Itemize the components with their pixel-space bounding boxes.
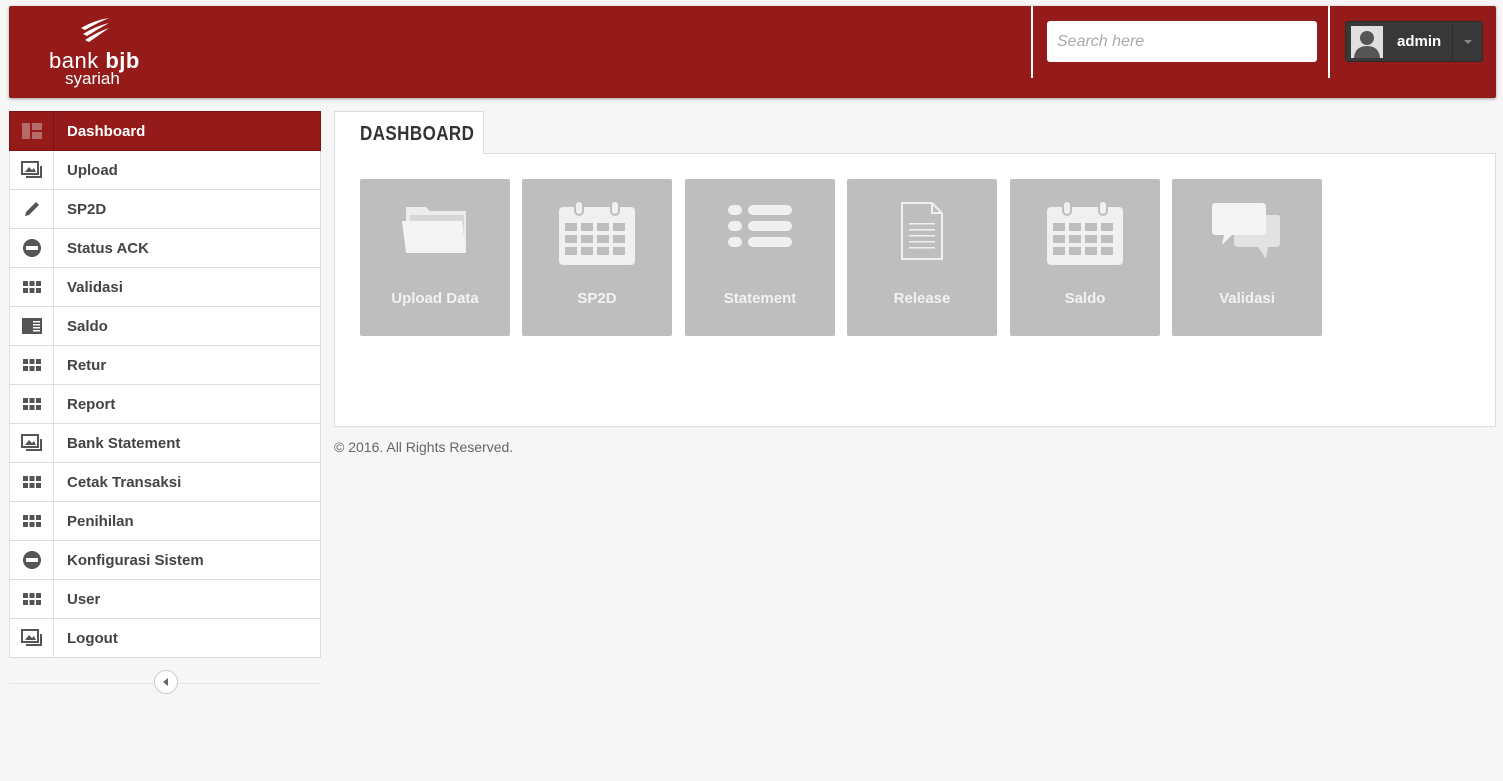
sidebar-item-upload[interactable]: Upload xyxy=(9,151,321,190)
grid-icon xyxy=(10,502,54,540)
sidebar-item-saldo[interactable]: Saldo xyxy=(9,307,321,346)
picture-icon xyxy=(10,424,54,462)
minus-circle-icon xyxy=(10,229,54,267)
sidebar-item-logout[interactable]: Logout xyxy=(9,619,321,658)
chat-icon xyxy=(1172,201,1322,271)
sidebar-item-user[interactable]: User xyxy=(9,580,321,619)
sidebar-item-label: SP2D xyxy=(67,201,107,218)
tile-validasi[interactable]: Validasi xyxy=(1172,179,1322,336)
sidebar-item-label: Konfigurasi Sistem xyxy=(67,552,204,569)
sidebar-nav: Dashboard Upload SP2D Status ACK Validas… xyxy=(9,111,321,658)
dashboard-icon xyxy=(10,112,54,150)
tile-release[interactable]: Release xyxy=(847,179,997,336)
tile-label: Release xyxy=(893,290,951,307)
sidebar-item-label: Penihilan xyxy=(67,513,134,530)
top-navbar: bank bjb syariah admin xyxy=(9,6,1496,98)
sidebar-item-label: Dashboard xyxy=(67,123,146,140)
tile-saldo[interactable]: Saldo xyxy=(1010,179,1160,336)
tile-label: Upload Data xyxy=(391,290,479,307)
sidebar-item-penihilan[interactable]: Penihilan xyxy=(9,502,321,541)
sidebar-item-label: Report xyxy=(67,396,116,413)
logo-swoosh-icon xyxy=(81,18,109,42)
bank-bjb-syariah-logo[interactable]: bank bjb syariah xyxy=(49,18,159,88)
sidebar-item-sp2d[interactable]: SP2D xyxy=(9,190,321,229)
sidebar-item-bank-statement[interactable]: Bank Statement xyxy=(9,424,321,463)
sidebar-item-label: User xyxy=(67,591,101,608)
sidebar-item-konfigurasi-sistem[interactable]: Konfigurasi Sistem xyxy=(9,541,321,580)
grid-icon xyxy=(10,580,54,618)
picture-icon xyxy=(10,619,54,657)
grid-icon xyxy=(10,346,54,384)
sidebar-item-label: Status ACK xyxy=(67,240,149,257)
user-silhouette-icon xyxy=(1351,26,1383,58)
header-divider xyxy=(1031,6,1033,78)
user-menu-toggle[interactable] xyxy=(1452,22,1482,61)
sidebar-item-label: Cetak Transaksi xyxy=(67,474,182,491)
logo-syariah-text: syariah xyxy=(65,69,120,88)
grid-icon xyxy=(10,268,54,306)
sidebar-item-dashboard[interactable]: Dashboard xyxy=(9,111,321,151)
tile-statement[interactable]: Statement xyxy=(685,179,835,336)
pencil-icon xyxy=(10,190,54,228)
user-menu-button[interactable]: admin xyxy=(1345,21,1483,62)
calendar-icon xyxy=(522,201,672,271)
minus-circle-icon xyxy=(10,541,54,579)
sidebar-item-cetak-transaksi[interactable]: Cetak Transaksi xyxy=(9,463,321,502)
tile-upload-data[interactable]: Upload Data xyxy=(360,179,510,336)
document-icon xyxy=(847,201,997,271)
caret-down-icon xyxy=(1464,40,1472,44)
newspaper-icon xyxy=(10,307,54,345)
sidebar-item-label: Saldo xyxy=(67,318,108,335)
search-input[interactable] xyxy=(1047,21,1317,62)
sidebar-item-label: Retur xyxy=(67,357,107,374)
list-icon xyxy=(685,201,835,271)
sidebar-item-report[interactable]: Report xyxy=(9,385,321,424)
sidebar-item-label: Logout xyxy=(67,630,118,647)
calendar-icon xyxy=(1010,201,1160,271)
username-label: admin xyxy=(1397,33,1442,50)
grid-icon xyxy=(10,463,54,501)
grid-icon xyxy=(10,385,54,423)
tab-label: DASHBOARD xyxy=(360,123,475,145)
chevron-left-icon xyxy=(163,678,168,686)
tile-label: Saldo xyxy=(1064,290,1106,307)
sidebar-item-label: Bank Statement xyxy=(67,435,181,452)
sidebar-item-validasi[interactable]: Validasi xyxy=(9,268,321,307)
tile-label: SP2D xyxy=(577,290,617,307)
picture-icon xyxy=(10,151,54,189)
folder-icon xyxy=(360,201,510,271)
header-divider xyxy=(1328,6,1330,78)
tile-label: Validasi xyxy=(1219,290,1275,307)
sidebar-item-label: Validasi xyxy=(67,279,123,296)
tile-label: Statement xyxy=(723,290,797,307)
sidebar-item-retur[interactable]: Retur xyxy=(9,346,321,385)
sidebar-item-status-ack[interactable]: Status ACK xyxy=(9,229,321,268)
sidebar-collapse-button[interactable] xyxy=(154,670,178,694)
avatar xyxy=(1351,26,1383,58)
tile-sp2d[interactable]: SP2D xyxy=(522,179,672,336)
footer-copyright: © 2016. All Rights Reserved. xyxy=(334,439,514,455)
tab-dashboard[interactable]: DASHBOARD xyxy=(334,111,484,154)
sidebar-item-label: Upload xyxy=(67,162,118,179)
